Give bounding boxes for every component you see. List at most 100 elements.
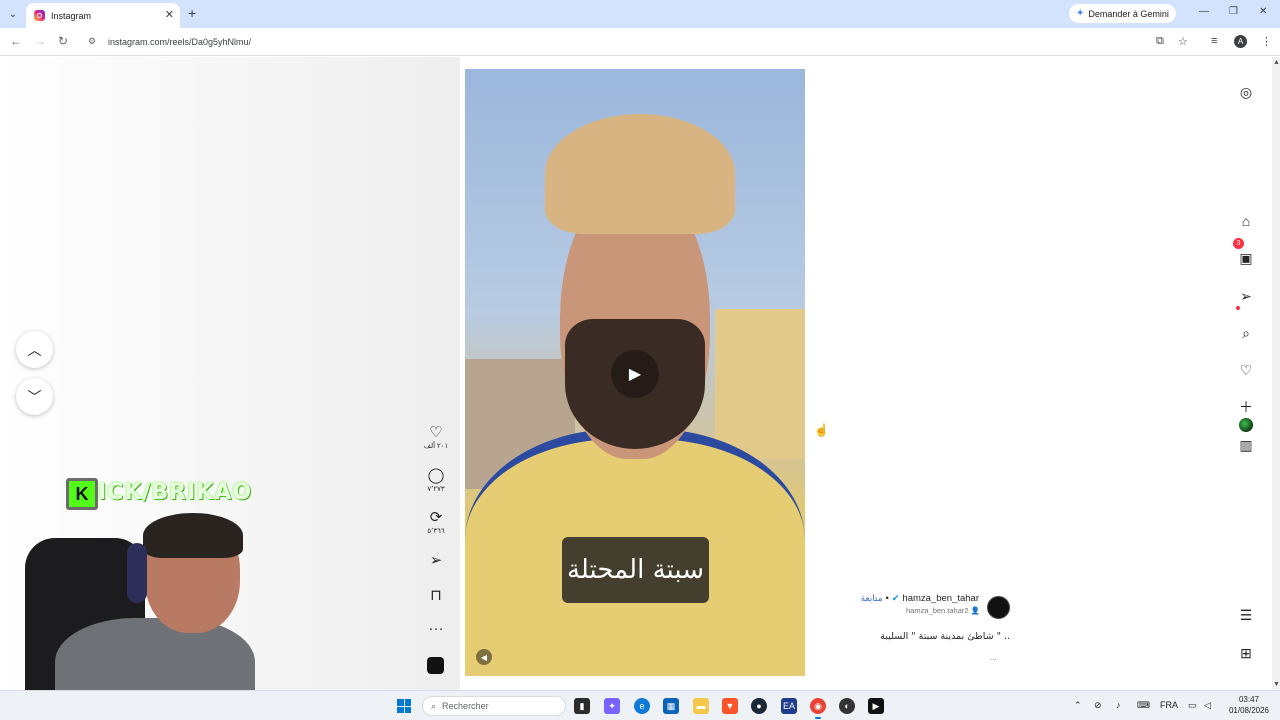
like-button[interactable]: ♡ ٢٠١ ألف [416, 424, 456, 451]
close-window-button[interactable]: ✕ [1259, 6, 1267, 17]
more-options-button[interactable]: ··· [416, 621, 456, 637]
create-plus-icon[interactable]: ＋ [1236, 397, 1256, 417]
mute-button[interactable]: ◀ [476, 649, 492, 665]
microphone-icon[interactable]: ♪ [1116, 700, 1121, 710]
webcam-overlay [15, 508, 260, 720]
scroll-up-icon[interactable]: ▲ [1273, 59, 1280, 66]
ea-app-icon[interactable]: EA [781, 698, 797, 714]
play-button[interactable]: ▶ [611, 350, 659, 398]
mouse-cursor-icon: ☝ [814, 423, 829, 437]
save-button[interactable]: ⊓ [416, 588, 456, 604]
minimize-button[interactable]: — [1199, 6, 1209, 17]
webcam-headset [127, 543, 147, 603]
page-scrollbar[interactable]: ▲ ▼ [1272, 57, 1280, 690]
url-text: instagram.com/reels/Da0g5yhNlmu/ [108, 37, 252, 47]
taskbar-search-placeholder: Rechercher [442, 701, 489, 711]
search-icon: ⌕ [431, 700, 437, 711]
like-count: ٢٠١ ألف [423, 443, 449, 450]
notifications-heart-icon[interactable]: ♡ [1236, 360, 1256, 380]
copilot-icon[interactable]: ✦ [604, 698, 620, 714]
language-indicator[interactable]: FRA [1160, 700, 1178, 710]
chrome-icon[interactable]: ◉ [810, 698, 826, 719]
restore-button[interactable]: ❐ [1229, 6, 1238, 17]
chevron-up-icon: ︿ [27, 341, 42, 358]
video-person-cap [545, 114, 735, 234]
instagram-logo-icon[interactable]: ◎ [1236, 82, 1256, 102]
comment-icon: ◯ [427, 467, 445, 484]
windows-taskbar: ⌕ Rechercher ▮ ✦ e ▦ ▬ ▼ ● EA ◉ ◐ ▶ ⌃ ⊘ … [0, 690, 1280, 720]
audio-avatar[interactable] [427, 657, 444, 674]
gemini-button[interactable]: ✦ Demander à Gemini [1069, 4, 1176, 23]
browser-menu-icon[interactable]: ⋮ [1261, 35, 1272, 48]
video-scene-building [715, 309, 805, 459]
task-view-icon[interactable]: ▮ [574, 698, 590, 714]
obs-icon[interactable]: ◐ [839, 698, 855, 714]
reels-icon[interactable]: ▣ [1236, 248, 1256, 268]
volume-icon[interactable]: ◁ [1204, 700, 1211, 711]
verified-icon: ✔ [891, 593, 900, 603]
bookmark-star-icon[interactable]: ☆ [1178, 35, 1188, 48]
comment-button[interactable]: ◯ ٧٬٢٧٣ [416, 467, 456, 494]
tray-overflow-icon[interactable]: ⌃ [1074, 700, 1082, 711]
address-bar[interactable]: ⚙ instagram.com/reels/Da0g5yhNlmu/ [82, 31, 1202, 53]
clock-time: 03:47 [1238, 695, 1260, 704]
webcam-person-hair [143, 513, 243, 558]
next-reel-button[interactable]: ﹀ [16, 378, 53, 415]
install-app-icon[interactable]: ⧉ [1156, 35, 1164, 48]
repost-count: ٥٬٣٦٦ [427, 528, 445, 535]
dashboard-icon[interactable]: ▥ [1236, 435, 1256, 455]
profile-avatar[interactable]: A [1234, 35, 1247, 48]
brave-icon[interactable]: ▼ [722, 698, 738, 714]
share-button[interactable]: ➢ [416, 553, 456, 569]
comment-count: ٧٬٢٧٣ [427, 486, 445, 493]
messages-icon[interactable]: ➢ [1236, 286, 1256, 306]
store-icon[interactable]: ▦ [663, 698, 679, 714]
gemini-button-label: Demander à Gemini [1088, 8, 1169, 19]
tab-close-icon[interactable]: ✕ [165, 8, 174, 21]
author-name[interactable]: hamza_ben_tahar [902, 593, 979, 604]
site-info-icon[interactable]: ⚙ [88, 36, 100, 48]
repost-icon: ⟳ [429, 509, 443, 526]
play-icon: ▶ [628, 366, 642, 383]
reel-author: متابعة • ✔ hamza_ben_tahar hamza_ben.tah… [840, 593, 1012, 615]
speaker-icon: ◀ [480, 652, 488, 662]
steam-icon[interactable]: ● [751, 698, 767, 714]
edge-icon[interactable]: e [634, 698, 650, 714]
home-icon[interactable]: ⌂ [1236, 211, 1256, 231]
back-button[interactable]: ← [10, 34, 22, 48]
system-clock[interactable]: 03:47 01/08/2026 [1222, 694, 1276, 716]
file-explorer-icon[interactable]: ▬ [693, 698, 709, 714]
terminal-app-icon[interactable]: ▶ [868, 698, 884, 714]
display-icon[interactable]: ▭ [1188, 700, 1197, 711]
author-avatar[interactable] [987, 596, 1010, 619]
reel-caption: شاطئ بمدينة سبتة " السليبة " .. [880, 631, 1010, 642]
more-apps-icon[interactable]: ⊞ [1236, 643, 1256, 663]
user-icon: 👤 [970, 606, 980, 615]
menu-icon[interactable]: ☰ [1236, 605, 1256, 625]
new-tab-button[interactable]: + [188, 6, 196, 20]
reload-button[interactable]: ↻ [58, 34, 68, 48]
caption-more[interactable]: ... [990, 653, 997, 662]
repost-button[interactable]: ⟳ ٥٬٣٦٦ [416, 509, 456, 536]
heart-icon: ♡ [429, 424, 443, 441]
kick-channel-text: ICK/BRIKAO [98, 480, 253, 505]
previous-reel-button[interactable]: ︿ [16, 331, 53, 368]
tab-search-button[interactable]: ⌄ [5, 6, 21, 22]
tab-instagram[interactable]: Instagram ✕ [26, 3, 180, 28]
search-icon[interactable]: ⌕ [1236, 323, 1256, 343]
separator-dot: • [885, 593, 889, 604]
author-handle[interactable]: hamza_ben.tahar2 [906, 606, 969, 615]
gemini-sparkle-icon: ✦ [1076, 8, 1085, 19]
taskbar-search[interactable]: ⌕ Rechercher [422, 696, 566, 716]
instagram-sidenav: ◎ ⌂ ▣ ➢ ⌕ ♡ ＋ ▥ ☰ ⊞ [1230, 57, 1262, 690]
forward-button[interactable]: → [34, 34, 46, 48]
reading-list-icon[interactable]: ≡ [1211, 35, 1217, 47]
scroll-down-icon[interactable]: ▼ [1273, 681, 1280, 688]
profile-nav-avatar[interactable] [1239, 418, 1253, 432]
keyboard-icon[interactable]: ⌨ [1137, 700, 1150, 711]
network-off-icon[interactable]: ⊘ [1094, 700, 1102, 711]
follow-button[interactable]: متابعة [861, 593, 883, 604]
clock-date: 01/08/2026 [1228, 706, 1270, 715]
reel-video[interactable]: ▶ سبتة المحتلة ◀ [465, 69, 805, 676]
start-button[interactable] [397, 699, 411, 713]
